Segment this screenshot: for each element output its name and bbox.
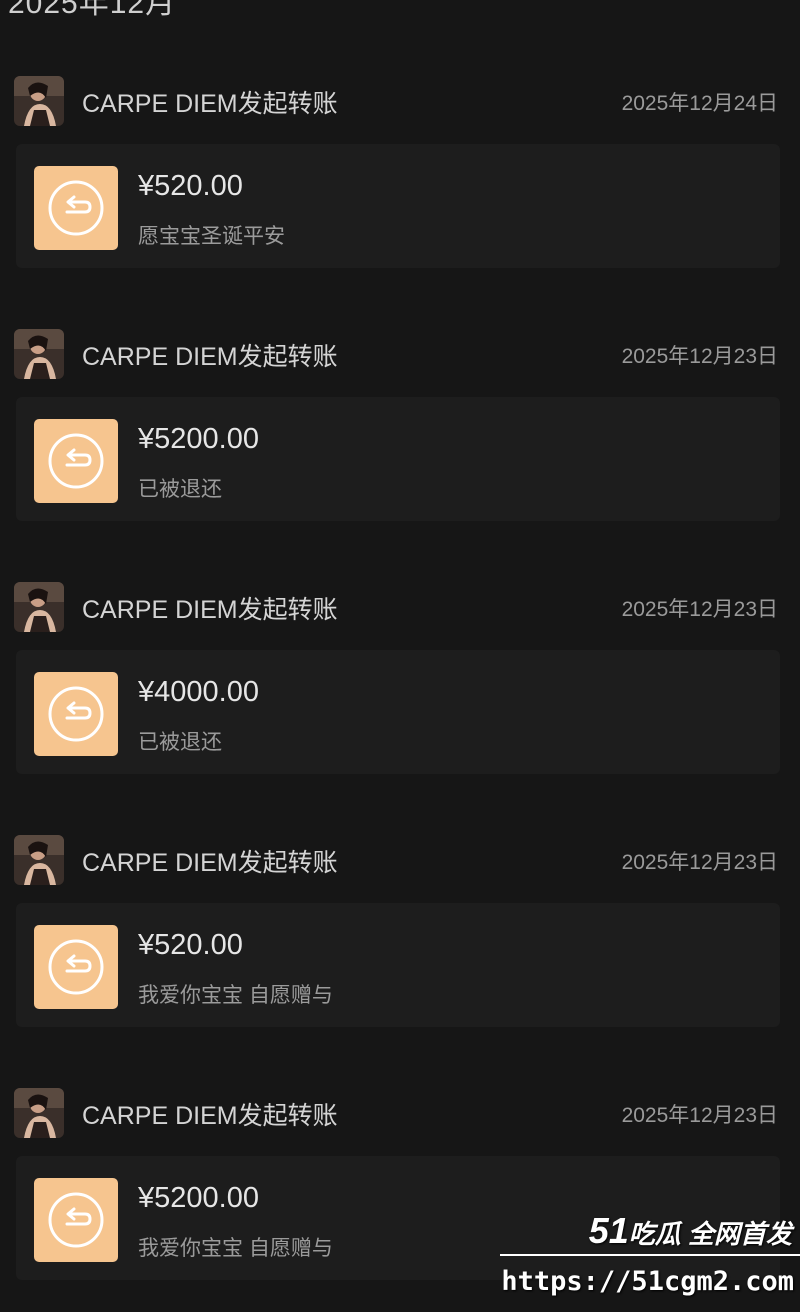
watermark-logo-number: 51 xyxy=(588,1210,629,1251)
record-title: CARPE DIEM发起转账 xyxy=(82,343,338,371)
record-header: CARPE DIEM发起转账 2025年12月23日 xyxy=(0,578,800,638)
record-title: CARPE DIEM发起转账 xyxy=(82,90,338,118)
transfer-card[interactable]: ¥520.00 愿宝宝圣诞平安 xyxy=(16,144,780,268)
transfer-card[interactable]: ¥4000.00 已被退还 xyxy=(16,650,780,774)
transfer-amount: ¥520.00 xyxy=(138,929,243,961)
record-date: 2025年12月24日 xyxy=(621,92,778,115)
avatar[interactable] xyxy=(14,835,64,885)
transfer-card[interactable]: ¥520.00 我爱你宝宝 自愿赠与 xyxy=(16,903,780,1027)
watermark-divider xyxy=(500,1254,800,1256)
record-date: 2025年12月23日 xyxy=(621,345,778,368)
transfer-return-icon xyxy=(34,672,118,756)
avatar[interactable] xyxy=(14,582,64,632)
month-header: 2025年12月 xyxy=(8,0,177,20)
watermark-url: https://51cgm2.com xyxy=(501,1266,794,1297)
avatar[interactable] xyxy=(14,1088,64,1138)
avatar[interactable] xyxy=(14,329,64,379)
avatar[interactable] xyxy=(14,76,64,126)
transfer-card[interactable]: ¥5200.00 已被退还 xyxy=(16,397,780,521)
watermark-logo-text: 吃瓜 全网首发 xyxy=(628,1219,792,1249)
transfer-note: 愿宝宝圣诞平安 xyxy=(138,225,285,248)
record-title: CARPE DIEM发起转账 xyxy=(82,849,338,877)
record-header: CARPE DIEM发起转账 2025年12月23日 xyxy=(0,325,800,385)
transfer-note: 我爱你宝宝 自愿赠与 xyxy=(138,1237,333,1260)
transfer-note: 已被退还 xyxy=(138,731,222,754)
transfer-amount: ¥5200.00 xyxy=(138,1182,259,1214)
record-title: CARPE DIEM发起转账 xyxy=(82,1102,338,1130)
transfer-note: 我爱你宝宝 自愿赠与 xyxy=(138,984,333,1007)
transfer-amount: ¥520.00 xyxy=(138,170,243,202)
transfer-record[interactable]: CARPE DIEM发起转账 2025年12月23日 ¥520.00 我爱你宝宝… xyxy=(0,831,800,1084)
record-date: 2025年12月23日 xyxy=(621,1104,778,1127)
record-title: CARPE DIEM发起转账 xyxy=(82,596,338,624)
transfer-amount: ¥4000.00 xyxy=(138,676,259,708)
record-header: CARPE DIEM发起转账 2025年12月23日 xyxy=(0,831,800,891)
transfer-record[interactable]: CARPE DIEM发起转账 2025年12月24日 ¥520.00 愿宝宝圣诞… xyxy=(0,72,800,325)
watermark-logo: 51吃瓜 全网首发 xyxy=(589,1210,792,1252)
record-header: CARPE DIEM发起转账 2025年12月24日 xyxy=(0,72,800,132)
transfer-note: 已被退还 xyxy=(138,478,222,501)
transfer-record[interactable]: CARPE DIEM发起转账 2025年12月23日 ¥5200.00 已被退还 xyxy=(0,325,800,578)
transfer-history-page: 2025年12月 CARPE DIEM发起转账 2025年12月24日 ¥520… xyxy=(0,0,800,1312)
transfer-return-icon xyxy=(34,1178,118,1262)
record-date: 2025年12月23日 xyxy=(621,598,778,621)
watermark: 51吃瓜 全网首发 https://51cgm2.com xyxy=(500,1202,800,1312)
record-date: 2025年12月23日 xyxy=(621,851,778,874)
transfer-amount: ¥5200.00 xyxy=(138,423,259,455)
record-header: CARPE DIEM发起转账 2025年12月23日 xyxy=(0,1084,800,1144)
transfer-return-icon xyxy=(34,925,118,1009)
transfer-return-icon xyxy=(34,419,118,503)
transfer-record[interactable]: CARPE DIEM发起转账 2025年12月23日 ¥4000.00 已被退还 xyxy=(0,578,800,831)
transfer-return-icon xyxy=(34,166,118,250)
